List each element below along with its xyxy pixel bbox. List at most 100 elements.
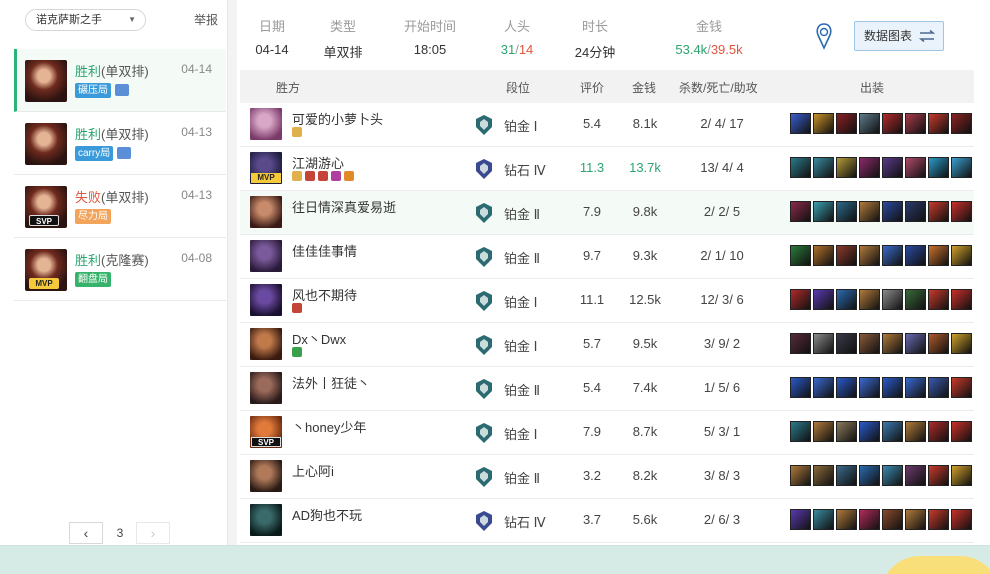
- item-icon[interactable]: [951, 157, 972, 178]
- player-avatar[interactable]: [250, 372, 282, 404]
- item-icon[interactable]: [951, 465, 972, 486]
- item-icon[interactable]: [790, 113, 811, 134]
- item-icon[interactable]: [813, 509, 834, 530]
- player-name[interactable]: 丶honey少年: [292, 417, 366, 436]
- player-name[interactable]: 上心阿i: [292, 461, 334, 480]
- player-avatar[interactable]: MVP: [250, 152, 282, 184]
- item-icon[interactable]: [951, 333, 972, 354]
- item-icon[interactable]: [859, 113, 880, 134]
- report-link[interactable]: 举报: [194, 11, 218, 28]
- match-list-item[interactable]: SVP 失败(单双排) 04-13 尽力局: [14, 175, 226, 238]
- player-name[interactable]: 风也不期待: [292, 285, 357, 304]
- player-avatar[interactable]: [250, 328, 282, 360]
- item-icon[interactable]: [836, 377, 857, 398]
- item-icon[interactable]: [928, 289, 949, 310]
- table-row[interactable]: Dx丶Dwx 铂金 Ⅰ 5.7 9.5k 3/ 9/ 2: [240, 323, 974, 367]
- item-icon[interactable]: [928, 245, 949, 266]
- item-icon[interactable]: [790, 465, 811, 486]
- item-icon[interactable]: [859, 465, 880, 486]
- table-row[interactable]: 佳佳佳事情 铂金 Ⅱ 9.7 9.3k 2/ 1/ 10: [240, 235, 974, 279]
- data-chart-button[interactable]: 数据图表: [854, 21, 944, 51]
- player-name[interactable]: 佳佳佳事情: [292, 241, 357, 260]
- item-icon[interactable]: [928, 377, 949, 398]
- match-list-item[interactable]: 胜利(单双排) 04-13 carry局: [14, 112, 226, 175]
- item-icon[interactable]: [790, 421, 811, 442]
- player-avatar[interactable]: [250, 504, 282, 536]
- item-icon[interactable]: [951, 377, 972, 398]
- table-row[interactable]: SVP 丶honey少年 铂金 Ⅰ 7.9 8.7k 5/ 3/ 1: [240, 411, 974, 455]
- player-name[interactable]: 江湖游心: [292, 153, 344, 172]
- next-page-button[interactable]: ›: [136, 522, 170, 544]
- player-name[interactable]: 可爱的小萝卜头: [292, 109, 383, 128]
- item-icon[interactable]: [836, 157, 857, 178]
- item-icon[interactable]: [882, 333, 903, 354]
- table-row[interactable]: 往日情深真爱易逝 铂金 Ⅱ 7.9 9.8k 2/ 2/ 5: [240, 191, 974, 235]
- item-icon[interactable]: [859, 421, 880, 442]
- item-icon[interactable]: [882, 113, 903, 134]
- item-icon[interactable]: [905, 201, 926, 222]
- item-icon[interactable]: [905, 465, 926, 486]
- item-icon[interactable]: [813, 377, 834, 398]
- item-icon[interactable]: [836, 465, 857, 486]
- item-icon[interactable]: [882, 377, 903, 398]
- item-icon[interactable]: [859, 157, 880, 178]
- table-row[interactable]: AD狗也不玩 钻石 Ⅳ 3.7 5.6k 2/ 6/ 3: [240, 499, 974, 543]
- player-name[interactable]: 法外丨狂徒丶: [292, 373, 370, 392]
- item-icon[interactable]: [859, 289, 880, 310]
- item-icon[interactable]: [905, 509, 926, 530]
- item-icon[interactable]: [928, 201, 949, 222]
- item-icon[interactable]: [836, 245, 857, 266]
- table-row[interactable]: 上心阿i 铂金 Ⅱ 3.2 8.2k 3/ 8/ 3: [240, 455, 974, 499]
- item-icon[interactable]: [790, 201, 811, 222]
- player-avatar[interactable]: [250, 108, 282, 140]
- item-icon[interactable]: [836, 509, 857, 530]
- item-icon[interactable]: [951, 201, 972, 222]
- item-icon[interactable]: [928, 333, 949, 354]
- item-icon[interactable]: [813, 245, 834, 266]
- map-icon[interactable]: [813, 22, 835, 50]
- player-avatar[interactable]: [250, 196, 282, 228]
- item-icon[interactable]: [859, 245, 880, 266]
- item-icon[interactable]: [813, 113, 834, 134]
- item-icon[interactable]: [836, 333, 857, 354]
- item-icon[interactable]: [836, 201, 857, 222]
- item-icon[interactable]: [951, 245, 972, 266]
- item-icon[interactable]: [882, 289, 903, 310]
- item-icon[interactable]: [882, 465, 903, 486]
- item-icon[interactable]: [859, 333, 880, 354]
- item-icon[interactable]: [928, 465, 949, 486]
- item-icon[interactable]: [928, 157, 949, 178]
- item-icon[interactable]: [836, 113, 857, 134]
- item-icon[interactable]: [882, 157, 903, 178]
- player-avatar[interactable]: [250, 460, 282, 492]
- item-icon[interactable]: [790, 245, 811, 266]
- item-icon[interactable]: [813, 201, 834, 222]
- item-icon[interactable]: [951, 113, 972, 134]
- item-icon[interactable]: [859, 509, 880, 530]
- item-icon[interactable]: [790, 377, 811, 398]
- item-icon[interactable]: [813, 421, 834, 442]
- champion-select[interactable]: 诺克萨斯之手 ▼: [25, 9, 146, 31]
- table-row[interactable]: 风也不期待 铂金 Ⅰ 11.1 12.5k 12/ 3/ 6: [240, 279, 974, 323]
- player-name[interactable]: AD狗也不玩: [292, 505, 362, 524]
- player-avatar[interactable]: SVP: [250, 416, 282, 448]
- item-icon[interactable]: [836, 421, 857, 442]
- item-icon[interactable]: [951, 509, 972, 530]
- player-name[interactable]: Dx丶Dwx: [292, 329, 346, 348]
- item-icon[interactable]: [790, 333, 811, 354]
- item-icon[interactable]: [790, 509, 811, 530]
- item-icon[interactable]: [905, 113, 926, 134]
- table-row[interactable]: MVP 江湖游心 钻石 Ⅳ 11.3 13.7k 13/ 4/ 4: [240, 147, 974, 191]
- item-icon[interactable]: [859, 377, 880, 398]
- item-icon[interactable]: [905, 245, 926, 266]
- item-icon[interactable]: [790, 157, 811, 178]
- item-icon[interactable]: [928, 421, 949, 442]
- item-icon[interactable]: [813, 465, 834, 486]
- item-icon[interactable]: [882, 509, 903, 530]
- player-name[interactable]: 往日情深真爱易逝: [292, 197, 396, 216]
- item-icon[interactable]: [951, 289, 972, 310]
- item-icon[interactable]: [813, 289, 834, 310]
- table-row[interactable]: 法外丨狂徒丶 铂金 Ⅱ 5.4 7.4k 1/ 5/ 6: [240, 367, 974, 411]
- prev-page-button[interactable]: ‹: [69, 522, 103, 544]
- item-icon[interactable]: [905, 377, 926, 398]
